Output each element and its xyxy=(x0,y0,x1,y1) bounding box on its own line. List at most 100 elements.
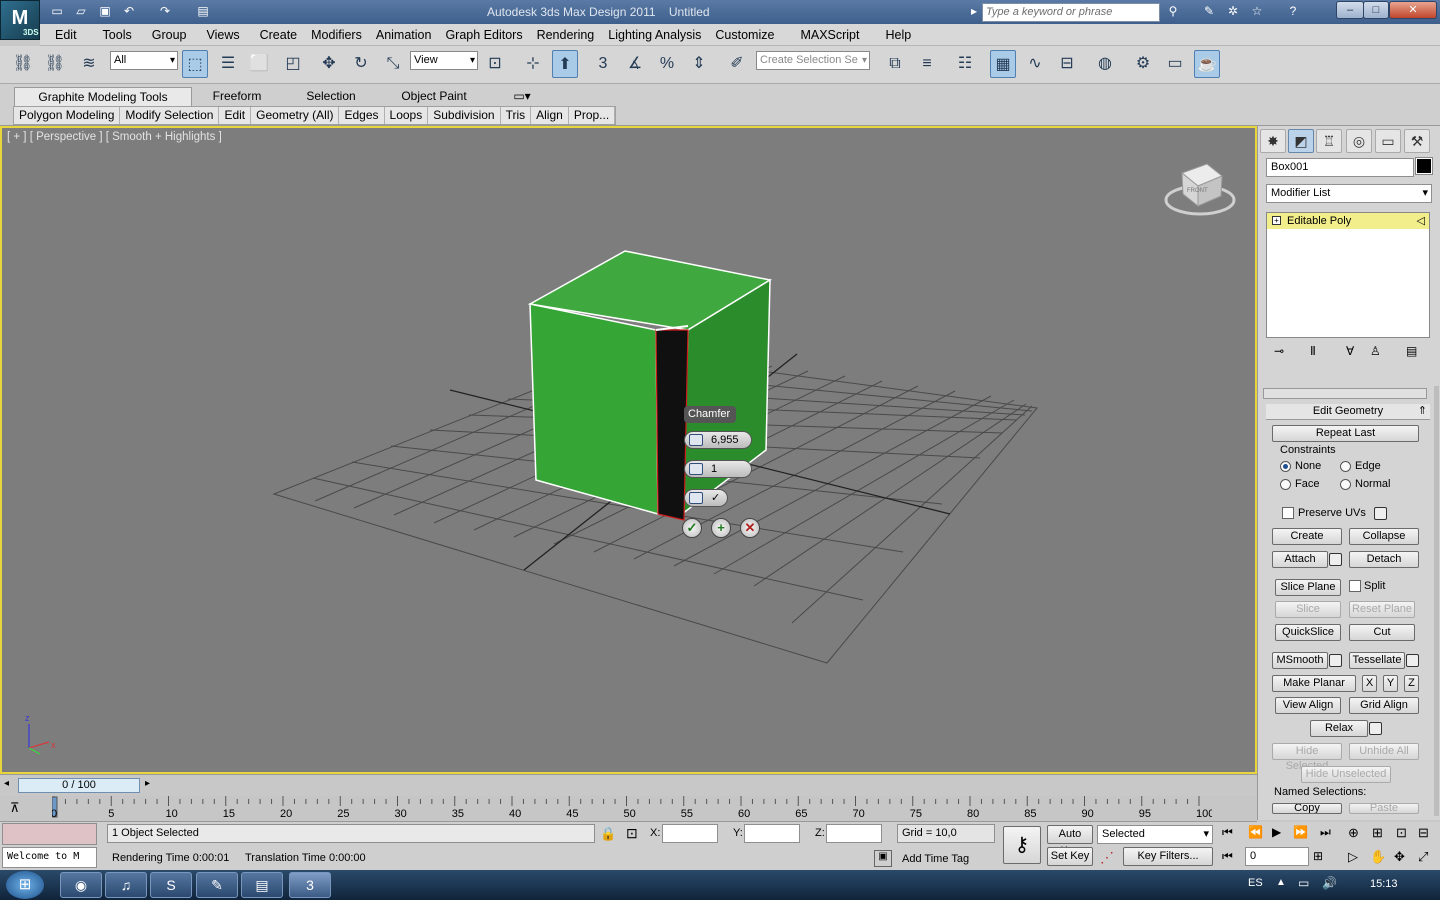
save-icon[interactable]: ▣ xyxy=(96,3,114,20)
menu-create[interactable]: Create xyxy=(253,24,305,45)
msmooth-settings-icon[interactable] xyxy=(1329,654,1342,667)
show-hidden-icons-icon[interactable]: ▲ xyxy=(1276,877,1286,888)
collapse-button[interactable]: Collapse xyxy=(1349,528,1419,545)
binoculars-icon[interactable]: ⚲ xyxy=(1164,3,1182,20)
application-menu-logo[interactable]: M 3DS xyxy=(0,0,40,40)
grid-align-button[interactable]: Grid Align xyxy=(1349,697,1419,714)
menu-lighting-analysis[interactable]: Lighting Analysis xyxy=(601,24,708,45)
next-frame-arrow-icon[interactable]: ▸ xyxy=(145,778,150,789)
key-mode-dropdown[interactable]: Selected ▾ xyxy=(1097,825,1213,844)
object-color-swatch[interactable] xyxy=(1415,157,1433,175)
constraint-edge-radio[interactable] xyxy=(1340,461,1351,472)
menu-rendering[interactable]: Rendering xyxy=(530,24,602,45)
modifier-list-dropdown[interactable]: Modifier List ▾ xyxy=(1266,184,1432,203)
relax-settings-icon[interactable] xyxy=(1369,722,1382,735)
caddy-apply-continue-icon[interactable]: + xyxy=(711,518,731,538)
window-crossing-icon[interactable]: ◰ xyxy=(280,50,306,78)
help-icon[interactable]: ? xyxy=(1284,3,1302,20)
panel-geometry-all[interactable]: Geometry (All) xyxy=(251,107,340,124)
absolute-transform-icon[interactable]: ⊡ xyxy=(626,825,638,842)
motion-panel-tab-icon[interactable]: ◎ xyxy=(1346,129,1372,153)
edit-geometry-rollout-header[interactable]: Edit Geometry ⇑ xyxy=(1266,404,1430,420)
menu-views[interactable]: Views xyxy=(199,24,246,45)
taskbar-3dsmax-icon[interactable]: 3 xyxy=(289,872,331,898)
mirror-icon[interactable]: ⧉ xyxy=(882,50,908,78)
unhide-all-button[interactable]: Unhide All xyxy=(1349,743,1419,760)
pin-stack-icon[interactable]: ⊸ xyxy=(1274,344,1284,358)
next-frame-icon[interactable]: ⏩ xyxy=(1293,825,1308,839)
view-align-button[interactable]: View Align xyxy=(1275,697,1341,714)
tab-selection[interactable]: Selection xyxy=(294,87,368,106)
selection-filter-dropdown[interactable]: All xyxy=(110,51,178,70)
y-coord-field[interactable] xyxy=(744,824,800,843)
tessellate-settings-icon[interactable] xyxy=(1406,654,1419,667)
previous-frame-icon[interactable]: ⏪ xyxy=(1248,825,1263,839)
zoom-extents-all-icon[interactable]: ⊟ xyxy=(1418,825,1429,841)
track-bar[interactable]: ⊼ 0 5 10 15 20 25 30 35 40 45 50 55 60 65 70 75 80 85 90 95… xyxy=(0,796,1257,822)
menu-help[interactable]: Help xyxy=(878,24,918,45)
play-icon[interactable]: ▶ xyxy=(1272,825,1281,839)
curve-editor-mini-icon[interactable]: ⊼ xyxy=(10,800,20,816)
detach-button[interactable]: Detach xyxy=(1349,551,1419,568)
volume-icon[interactable]: 🔊 xyxy=(1322,876,1337,890)
copy-button[interactable]: Copy xyxy=(1272,803,1342,814)
menu-graph-editors[interactable]: Graph Editors xyxy=(438,24,529,45)
redo-icon[interactable]: ↷ xyxy=(156,3,174,20)
x-coord-field[interactable] xyxy=(662,824,718,843)
ribbon-options-icon[interactable]: ▭▾ xyxy=(510,87,534,106)
taskbar-notepad-icon[interactable]: ▤ xyxy=(241,872,283,898)
tab-object-paint[interactable]: Object Paint xyxy=(396,87,472,106)
taskbar-itunes-icon[interactable]: ♫ xyxy=(105,872,147,898)
stack-display-icon[interactable]: ◁ xyxy=(1417,213,1425,229)
tessellate-button[interactable]: Tessellate xyxy=(1349,652,1405,669)
align-icon[interactable]: ≡ xyxy=(914,50,940,78)
chamfer-segments-spinner[interactable]: 1 xyxy=(684,460,752,478)
panel-tris[interactable]: Tris xyxy=(501,107,532,124)
select-and-manipulate-icon[interactable]: ⊹ xyxy=(520,50,546,78)
command-panel-scrollbar[interactable] xyxy=(1434,386,1439,816)
angle-snap-icon[interactable]: ∡ xyxy=(622,50,648,78)
render-setup-icon[interactable]: ⚙ xyxy=(1130,50,1156,78)
menu-maxscript[interactable]: MAXScript xyxy=(793,24,866,45)
stack-item-editable-poly[interactable]: + Editable Poly ◁ xyxy=(1267,213,1429,229)
create-button[interactable]: Create xyxy=(1272,528,1342,545)
unlink-icon[interactable]: ⛓ xyxy=(42,50,68,78)
caddy-cancel-icon[interactable]: ✕ xyxy=(740,518,760,538)
menu-edit[interactable]: Edit xyxy=(48,24,84,45)
menu-modifiers[interactable]: Modifiers xyxy=(304,24,369,45)
go-to-end-icon[interactable]: ⏭ xyxy=(1320,825,1331,840)
language-indicator[interactable]: ES xyxy=(1248,877,1263,889)
taskbar-app-icon[interactable]: ✎ xyxy=(196,872,238,898)
menu-group[interactable]: Group xyxy=(145,24,194,45)
time-slider[interactable]: 0 / 100 xyxy=(18,778,140,793)
panel-align[interactable]: Align xyxy=(531,107,569,124)
rendered-frame-window-icon[interactable]: ▭ xyxy=(1162,50,1188,78)
select-and-scale-icon[interactable]: ⤡ xyxy=(380,50,406,78)
select-and-rotate-icon[interactable]: ↻ xyxy=(348,50,374,78)
set-key-button[interactable]: Set Key xyxy=(1047,847,1093,866)
make-planar-y-button[interactable]: Y xyxy=(1383,675,1398,692)
minimize-button[interactable]: – xyxy=(1336,1,1364,19)
zoom-all-icon[interactable]: ⊞ xyxy=(1372,825,1383,841)
project-folder-icon[interactable]: ▤ xyxy=(194,3,212,20)
panel-edges[interactable]: Edges xyxy=(339,107,385,124)
split-checkbox[interactable] xyxy=(1349,580,1361,592)
make-planar-z-button[interactable]: Z xyxy=(1404,675,1419,692)
maximize-viewport-icon[interactable]: ⤢ xyxy=(1418,849,1428,865)
edit-named-selection-icon[interactable]: ✐ xyxy=(724,50,750,78)
maxscript-listener-mini[interactable] xyxy=(2,823,97,845)
expand-plus-icon[interactable]: + xyxy=(1272,216,1281,225)
default-tangent-icon[interactable]: ⋰ xyxy=(1100,849,1114,866)
slice-button[interactable]: Slice xyxy=(1275,601,1341,618)
welcome-field[interactable]: Welcome to M xyxy=(2,847,97,868)
select-by-name-icon[interactable]: ☰ xyxy=(215,50,241,78)
taskbar-chrome-icon[interactable]: ◉ xyxy=(60,872,102,898)
quickslice-button[interactable]: QuickSlice xyxy=(1275,624,1341,641)
maximize-button[interactable]: □ xyxy=(1363,1,1389,19)
open-file-icon[interactable]: ▱ xyxy=(72,3,90,20)
reference-coordinate-dropdown[interactable]: View xyxy=(410,51,478,70)
repeat-last-button[interactable]: Repeat Last xyxy=(1272,425,1419,442)
current-frame-field[interactable]: 0 xyxy=(1245,847,1309,866)
tab-freeform[interactable]: Freeform xyxy=(200,87,274,106)
menu-tools[interactable]: Tools xyxy=(96,24,139,45)
